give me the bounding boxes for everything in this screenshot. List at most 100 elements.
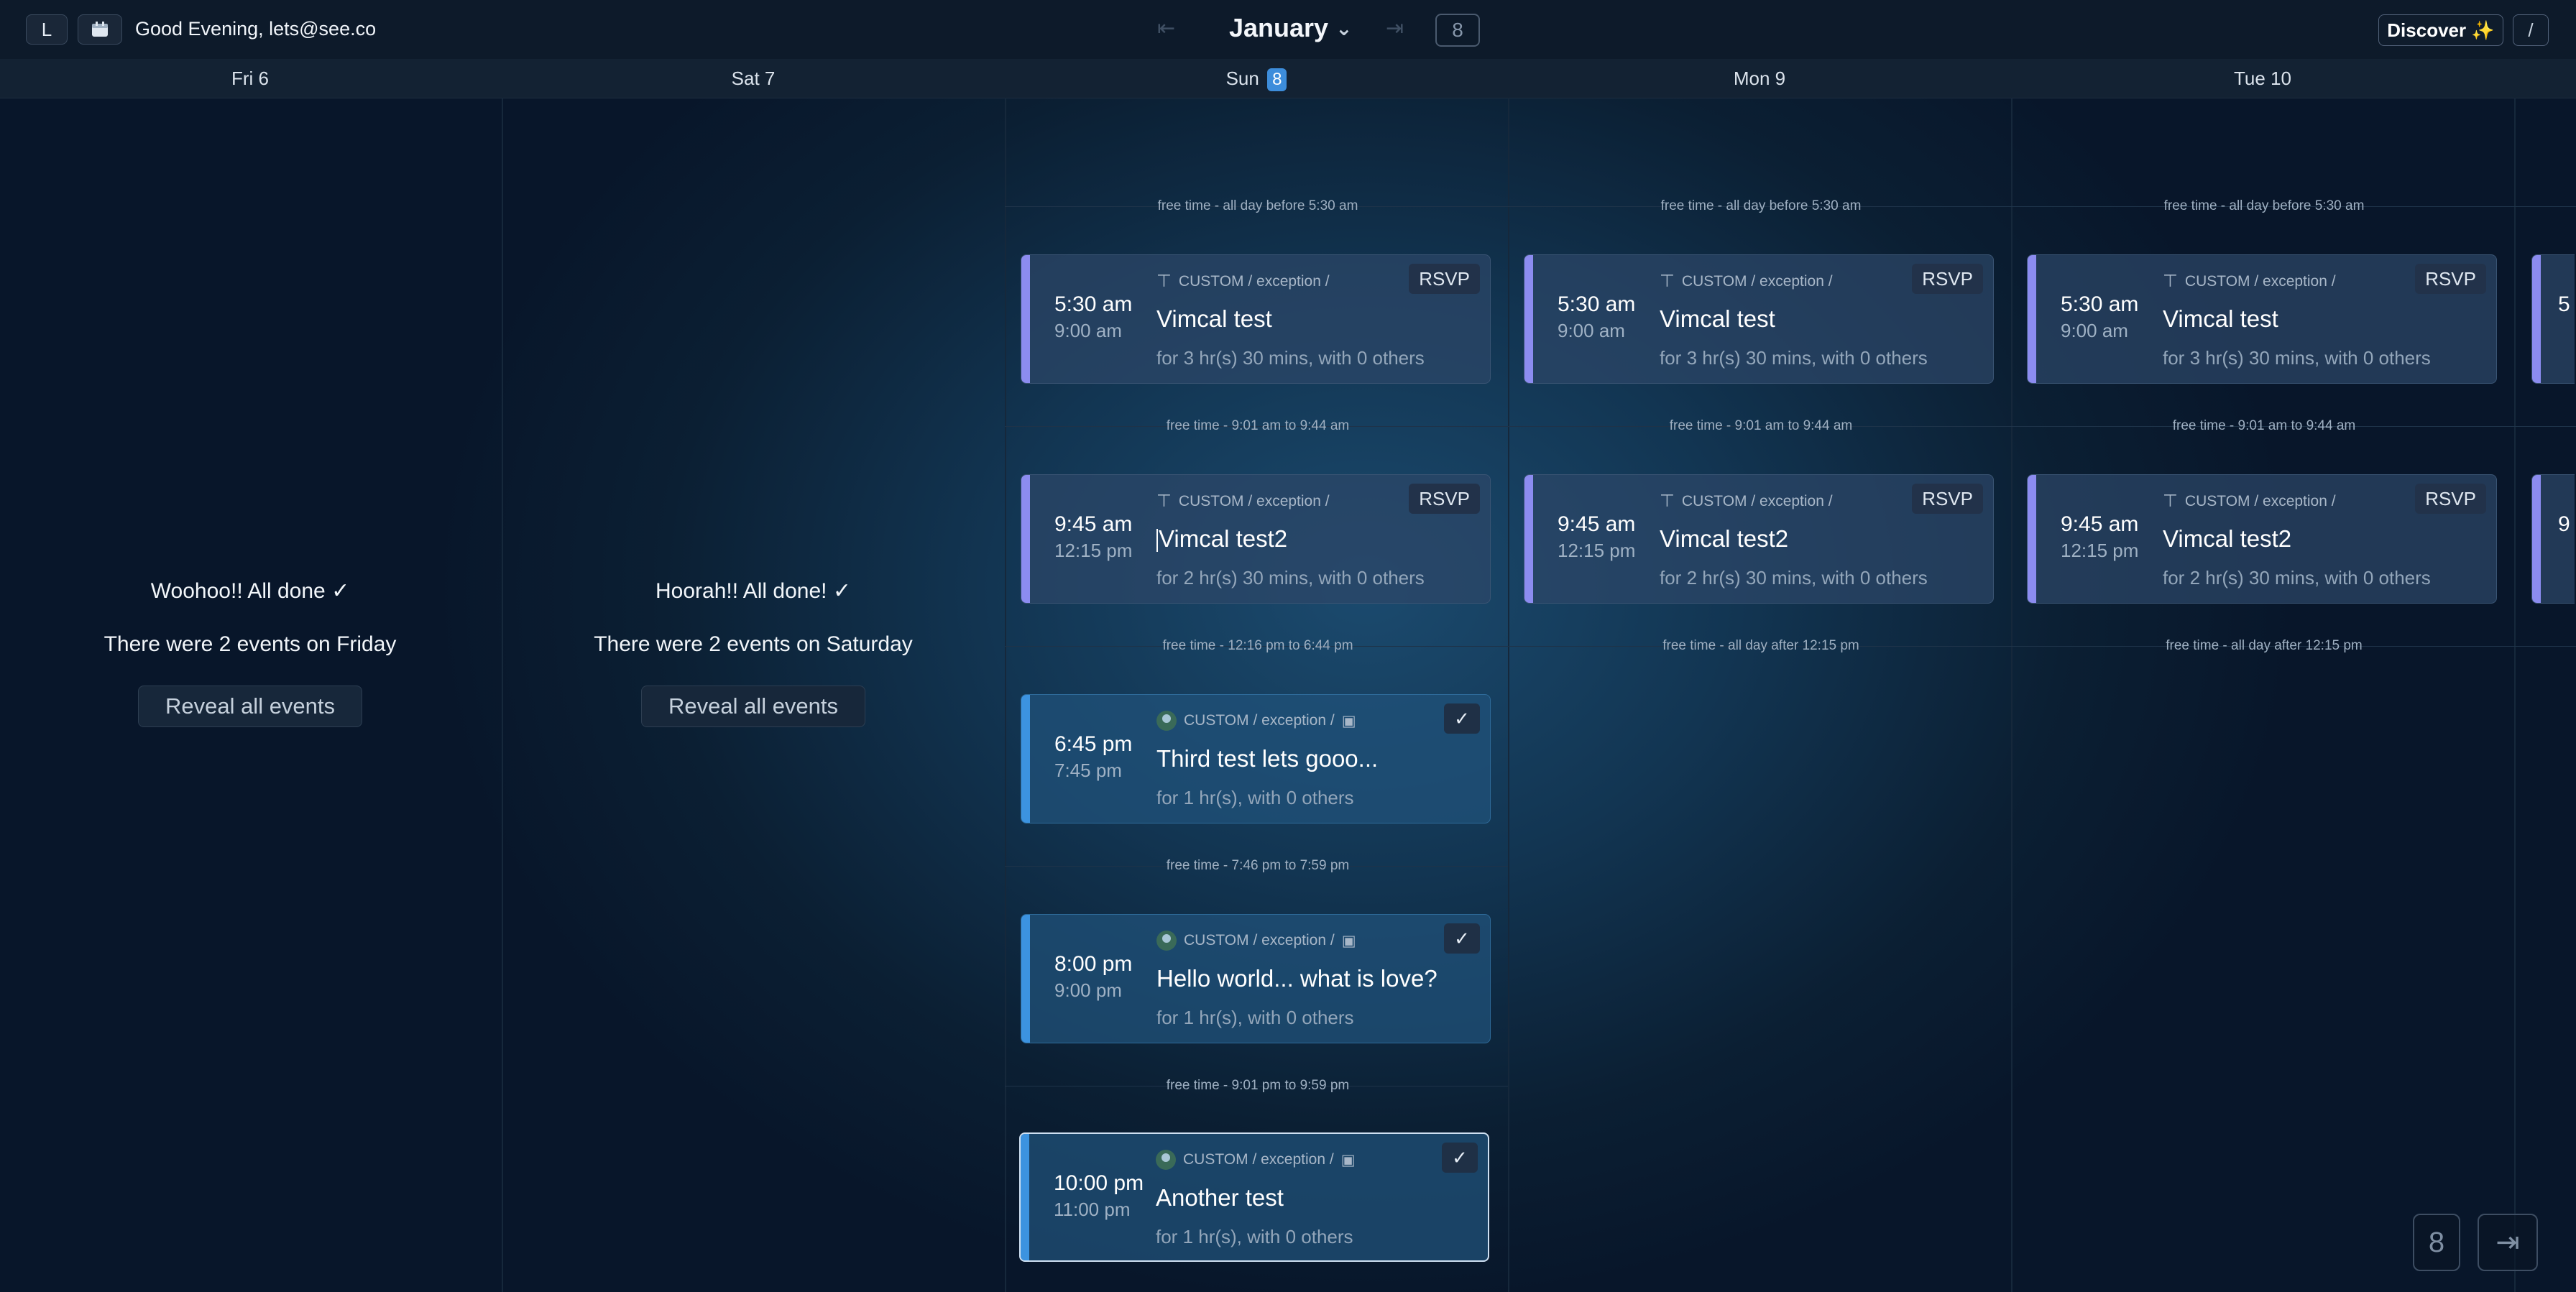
today-button[interactable]: 8	[1435, 14, 1480, 47]
prev-week-arrow[interactable]: ⇤	[1157, 16, 1175, 41]
event-calendar-path: ⊤ CUSTOM / exception /	[1156, 271, 1330, 292]
month-selector[interactable]: January ⌄	[1229, 13, 1353, 43]
event-color-bar	[1021, 475, 1030, 603]
event-title: Vimcal test	[1156, 305, 1272, 332]
rsvp-button[interactable]: RSVP	[1409, 264, 1480, 294]
event-card-vimcal-test-sun[interactable]: 5:30 am 9:00 am ⊤ CUSTOM / exception / Vi…	[1021, 254, 1491, 384]
day-header-sat[interactable]: Sat 7	[502, 68, 1005, 90]
discover-button[interactable]: Discover ✨	[2378, 14, 2503, 46]
event-card-vimcal-test2-tue[interactable]: 9:45 am 12:15 pm ⊤ CUSTOM / exception / V…	[2027, 474, 2497, 604]
event-card-vimcal-test2-mon[interactable]: 9:45 am 12:15 pm ⊤ CUSTOM / exception / V…	[1524, 474, 1994, 604]
calendar-icon	[92, 22, 108, 37]
event-card-another-test[interactable]: 10:00 pm 11:00 pm CUSTOM / exception / ▣ …	[1019, 1132, 1489, 1262]
free-time-label: free time - 9:01 am to 9:44 am	[2172, 418, 2356, 433]
event-end-time: 12:15 pm	[1558, 540, 1636, 561]
event-calendar-path: ⊤ CUSTOM / exception /	[1156, 491, 1330, 512]
event-duration: for 3 hr(s) 30 mins, with 0 others	[2163, 347, 2431, 369]
calendar-path-text: CUSTOM / exception /	[1184, 932, 1335, 949]
rsvp-button[interactable]: RSVP	[1409, 484, 1480, 514]
calendar-button[interactable]	[78, 14, 122, 45]
event-calendar-path: CUSTOM / exception / ▣	[1156, 1150, 1356, 1170]
chevron-down-icon: ⌄	[1335, 17, 1353, 40]
event-card-peek[interactable]: 9	[2531, 474, 2575, 604]
pin-icon: ⊤	[1156, 492, 1172, 511]
avatar	[1156, 711, 1177, 731]
today-badge: 8	[1267, 68, 1287, 91]
jump-to-today-button[interactable]: 8	[2413, 1214, 2460, 1271]
discord-icon: ▣	[1340, 1151, 1356, 1168]
free-time-label: free time - all day before 5:30 am	[1660, 198, 1862, 213]
top-bar: L Good Evening, lets@see.co ⇤ January ⌄ …	[0, 0, 2576, 60]
done-checkbox[interactable]: ✓	[1444, 703, 1480, 734]
event-color-bar	[1524, 255, 1533, 383]
event-card-vimcal-test-mon[interactable]: 5:30 am 9:00 am ⊤ CUSTOM / exception / Vi…	[1524, 254, 1994, 384]
layout-toggle-button[interactable]: L	[26, 14, 68, 45]
free-time-label: free time - 9:01 am to 9:44 am	[1669, 418, 1853, 433]
event-title: Hello world... what is love?	[1156, 965, 1438, 992]
event-title: Vimcal test2	[1660, 525, 1789, 552]
event-start-time: 9:45 am	[1054, 512, 1133, 536]
event-color-bar	[1021, 695, 1030, 823]
day-header-fri[interactable]: Fri 6	[0, 68, 502, 90]
command-button[interactable]: /	[2513, 14, 2549, 46]
event-color-bar	[2532, 255, 2541, 383]
event-duration: for 1 hr(s), with 0 others	[1156, 787, 1354, 808]
event-title: Vimcal test2	[2163, 525, 2292, 552]
pin-icon: ⊤	[2163, 272, 2178, 291]
event-start-time: 8:00 pm	[1054, 952, 1133, 976]
event-duration: for 3 hr(s) 30 mins, with 0 others	[1156, 347, 1425, 369]
event-calendar-path: CUSTOM / exception / ▣	[1156, 711, 1356, 731]
greeting-text: Good Evening, lets@see.co	[135, 18, 377, 40]
rsvp-button[interactable]: RSVP	[2415, 484, 2486, 514]
done-checkbox[interactable]: ✓	[1442, 1143, 1478, 1173]
event-card-peek[interactable]: 5	[2531, 254, 2575, 384]
event-title-text: Vimcal test2	[1159, 525, 1288, 552]
free-time-label: free time - 9:01 am to 9:44 am	[1166, 418, 1350, 433]
day-header-sun[interactable]: Sun 8	[1005, 68, 1508, 91]
collapse-panel-button[interactable]: ⇥	[2478, 1214, 2538, 1271]
event-card-vimcal-test-tue[interactable]: 5:30 am 9:00 am ⊤ CUSTOM / exception / Vi…	[2027, 254, 2497, 384]
next-week-arrow[interactable]: ⇥	[1386, 16, 1404, 41]
event-end-time: 11:00 pm	[1054, 1199, 1131, 1220]
event-title: Vimcal test2	[1156, 525, 1287, 553]
event-duration: for 2 hr(s) 30 mins, with 0 others	[2163, 567, 2431, 589]
free-time-label: free time - all day before 5:30 am	[1157, 198, 1358, 213]
event-card-vimcal-test2-sun[interactable]: 9:45 am 12:15 pm ⊤ CUSTOM / exception / V…	[1021, 474, 1491, 604]
done-checkbox[interactable]: ✓	[1444, 923, 1480, 954]
event-duration: for 2 hr(s) 30 mins, with 0 others	[1660, 567, 1928, 589]
rsvp-button[interactable]: RSVP	[2415, 264, 2486, 294]
rsvp-button[interactable]: RSVP	[1912, 264, 1983, 294]
calendar-path-text: CUSTOM / exception /	[2184, 492, 2336, 509]
pin-icon: ⊤	[2163, 492, 2178, 511]
avatar	[1156, 1150, 1176, 1170]
discord-icon: ▣	[1341, 932, 1356, 949]
day-header-tue[interactable]: Tue 10	[2011, 68, 2514, 90]
event-color-bar	[1021, 1134, 1029, 1260]
free-time-label: free time - all day before 5:30 am	[2163, 198, 2365, 213]
event-calendar-path: CUSTOM / exception / ▣	[1156, 931, 1356, 951]
event-card-third-test[interactable]: 6:45 pm 7:45 pm CUSTOM / exception / ▣ Th…	[1021, 694, 1491, 823]
event-calendar-path: ⊤ CUSTOM / exception /	[1660, 271, 1833, 292]
event-end-time: 9:00 am	[1558, 320, 1625, 341]
event-duration: for 2 hr(s) 30 mins, with 0 others	[1156, 567, 1425, 589]
day-header-mon[interactable]: Mon 9	[1508, 68, 2011, 90]
event-end-time: 7:45 pm	[1054, 760, 1122, 781]
event-title: Third test lets gooo...	[1156, 745, 1379, 772]
event-duration: for 1 hr(s), with 0 others	[1156, 1226, 1353, 1247]
event-start-time: 9	[2558, 512, 2570, 536]
done-summary: There were 2 events on Friday	[104, 632, 397, 656]
event-card-hello-world[interactable]: 8:00 pm 9:00 pm CUSTOM / exception / ▣ He…	[1021, 914, 1491, 1043]
event-title: Vimcal test	[2163, 305, 2278, 332]
done-headline: Woohoo!! All done ✓	[150, 579, 350, 603]
reveal-all-events-button[interactable]: Reveal all events	[138, 686, 362, 727]
pin-icon: ⊤	[1660, 492, 1675, 511]
event-color-bar	[1524, 475, 1533, 603]
reveal-all-events-button[interactable]: Reveal all events	[641, 686, 865, 727]
calendar-path-text: CUSTOM / exception /	[1183, 1151, 1334, 1168]
rsvp-button[interactable]: RSVP	[1912, 484, 1983, 514]
event-start-time: 6:45 pm	[1054, 732, 1133, 756]
day-done-panel-fri: Woohoo!! All done ✓ There were 2 events …	[0, 578, 502, 727]
calendar-path-text: CUSTOM / exception /	[1681, 272, 1833, 290]
month-label: January	[1229, 13, 1329, 42]
event-start-time: 5:30 am	[1054, 292, 1133, 316]
